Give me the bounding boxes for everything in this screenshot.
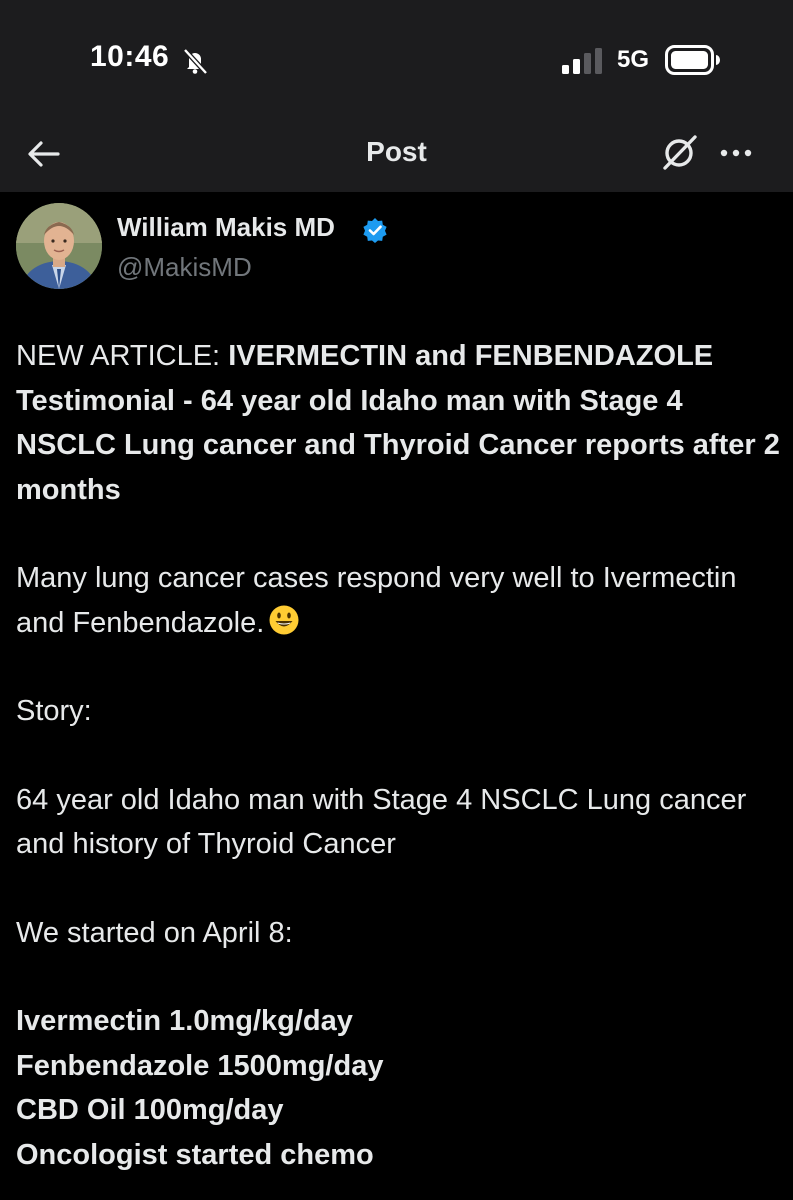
regimen-item: Oncologist started chemo xyxy=(16,1138,374,1171)
more-icon[interactable] xyxy=(716,138,756,168)
status-time: 10:46 xyxy=(90,40,170,73)
author-name[interactable]: William Makis MD xyxy=(117,212,335,243)
post-paragraph: Many lung cancer cases respond very well… xyxy=(16,556,781,645)
grok-icon[interactable] xyxy=(658,132,700,174)
post-paragraph-3: Story: xyxy=(16,695,92,727)
signal-icon xyxy=(562,48,602,74)
post-paragraph-2: Many lung cancer cases respond very well… xyxy=(16,562,737,639)
post-paragraph-4: 64 year old Idaho man with Stage 4 NSCLC… xyxy=(16,783,747,861)
status-bar: 10:46 5G xyxy=(0,0,793,120)
regimen-item: CBD Oil 100mg/day xyxy=(16,1094,284,1126)
post-paragraph-5: We started on April 8: xyxy=(16,916,293,949)
post-intro: NEW ARTICLE: IVERMECTIN and FENBENDAZOLE… xyxy=(16,334,781,512)
bell-off-icon xyxy=(183,48,208,75)
post-intro-prefix: NEW ARTICLE: xyxy=(16,340,229,372)
network-type: 5G xyxy=(617,46,650,73)
avatar[interactable] xyxy=(16,203,102,289)
smiling-face-emoji-icon xyxy=(269,605,299,634)
regimen-item: Ivermectin 1.0mg/kg/day xyxy=(16,1005,353,1037)
post-body: NEW ARTICLE: IVERMECTIN and FENBENDAZOLE… xyxy=(16,334,781,1177)
battery-icon xyxy=(665,45,720,75)
author-handle[interactable]: @MakisMD xyxy=(117,252,252,283)
nav-bar: Post xyxy=(0,120,793,192)
regimen-item: Fenbendazole 1500mg/day xyxy=(16,1049,384,1082)
verified-badge-icon xyxy=(363,218,387,243)
